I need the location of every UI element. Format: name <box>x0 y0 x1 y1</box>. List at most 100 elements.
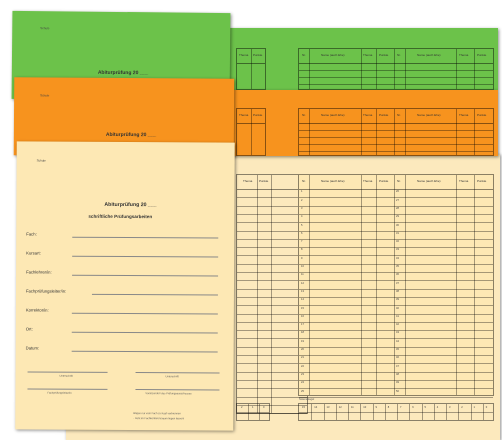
row-number: 33 <box>396 248 399 252</box>
grade-scale-value: 9 <box>375 406 377 409</box>
grade-scale-value: 2 <box>241 406 243 409</box>
table-row <box>237 272 307 273</box>
orange-cover-title: Abiturprüfung 20 ___ <box>105 131 157 139</box>
grade-scale-value: 0 <box>263 406 265 409</box>
grade-scale-value: 2 <box>461 406 463 409</box>
cover-field-line[interactable] <box>72 255 219 258</box>
table-row <box>237 255 307 257</box>
signature2-label-right: Vorsitzende/r des Prüfungsausschusses <box>145 392 192 396</box>
grade-scale-value: 11 <box>351 406 354 409</box>
header-nr-1: Nr. <box>302 179 306 183</box>
row-number: 40 <box>396 306 399 310</box>
row-number: 47 <box>396 364 399 368</box>
cover-field-line[interactable] <box>72 274 219 277</box>
row-number: 31 <box>396 231 399 235</box>
footer-line-1: Bögen nur vom Fach zu Kopf verbrennen <box>133 412 181 416</box>
row-number: 14 <box>301 298 304 302</box>
row-number: 2 <box>301 198 303 202</box>
grade-scale-value: 13 <box>326 406 330 409</box>
table-row <box>237 371 307 373</box>
row-number: 7 <box>301 240 303 244</box>
header-thema-1: Thema <box>363 179 373 183</box>
grade-scale-value: 10 <box>363 406 367 409</box>
table-row <box>237 296 307 298</box>
orange-table: Nr. Name (auch Ehe) Thema Punkte Nr. Nam… <box>298 108 494 156</box>
table-row <box>237 222 307 224</box>
cover-field-label: Datum: <box>25 345 40 351</box>
green-cover-title: Abiturprüfung 20 ___ <box>97 69 149 77</box>
grade-scale-value: 8 <box>387 406 390 409</box>
cover-subtitle: schriftliche Prüfungsarbeiten <box>88 213 153 220</box>
cover-field-label: Fachprüfungsleiter/in: <box>25 288 67 294</box>
table-row <box>237 247 307 249</box>
grade-scale-value: 5 <box>424 406 426 409</box>
row-number: 6 <box>301 231 303 235</box>
row-number: 22 <box>301 364 304 368</box>
row-number: 37 <box>396 281 399 285</box>
row-number: 19 <box>301 339 304 343</box>
table-row <box>237 280 307 282</box>
header-thema: Thema <box>243 179 253 183</box>
row-number: 12 <box>301 281 304 285</box>
signature-label-right: Unterschrift <box>165 375 179 379</box>
row-number: 20 <box>301 348 304 351</box>
row-number: 11 <box>301 273 304 277</box>
grade-scale-value: 6 <box>412 406 414 409</box>
row-number: 26 <box>396 190 399 194</box>
row-number: 39 <box>396 298 399 302</box>
notenspiegel-table: 15 14 13 12 11 10 9 8 7 6 5 4 3 2 1 0 <box>298 403 494 421</box>
green-left-table: Thema Punkte <box>236 48 266 90</box>
row-number: 45 <box>396 348 399 351</box>
row-number: 23 <box>301 372 304 376</box>
row-number: 4 <box>301 215 303 219</box>
cover-fields: Fach: Kursart: Fachlehrer/in: Fachprüfungsl… <box>17 141 235 353</box>
orange-left-table: Thema Punkte <box>236 108 266 156</box>
row-number: 28 <box>396 206 399 210</box>
row-number: 9 <box>301 256 303 260</box>
cover-field-label: Korrektor/in: <box>25 307 49 313</box>
table-row <box>237 396 307 398</box>
header-punkte-2: Punkte <box>477 179 487 183</box>
row-number: 10 <box>301 265 304 268</box>
cover-field-line[interactable] <box>71 331 218 334</box>
green-logo-text: Schule <box>40 26 50 31</box>
cover-field-line[interactable] <box>71 312 218 315</box>
row-number: 41 <box>396 314 399 318</box>
table-row <box>237 330 307 332</box>
header-name-1: Name (auch Ehe) <box>321 179 345 183</box>
row-number: 1 <box>301 190 303 194</box>
cover-field-line[interactable] <box>91 293 218 296</box>
table-row <box>237 288 307 290</box>
row-number: 29 <box>396 215 399 219</box>
header-name-2: Name (auch Ehe) <box>417 179 441 183</box>
row-number: 27 <box>396 198 399 202</box>
cover-field-label: Fachlehrer/in: <box>26 269 52 275</box>
cover-field-line[interactable] <box>72 236 219 239</box>
table-row <box>237 305 307 307</box>
row-number: 18 <box>301 331 304 335</box>
grade-scale-value: 12 <box>338 406 342 409</box>
grade-scale-value: 15 <box>302 406 305 409</box>
signature2-label-left: Fachprüfungsleiter/in <box>47 391 72 395</box>
row-number: 49 <box>396 381 399 385</box>
table-row <box>237 346 307 348</box>
table-row <box>237 238 307 240</box>
header-thema-2: Thema <box>459 179 469 183</box>
notenspiegel-left-table: 2 1 0 <box>236 403 270 421</box>
grade-scale-value: 1 <box>252 406 254 409</box>
row-number: 17 <box>301 323 304 327</box>
table-row <box>237 205 307 207</box>
cover-field-line[interactable] <box>71 350 218 353</box>
green-table: Nr. Name (auch Ehe) Thema Punkte Nr. Nam… <box>298 48 494 90</box>
right-grade-table: Nr. Name (auch Ehe) Thema Punkte Nr. Nam… <box>298 174 494 398</box>
grade-scale-value: 0 <box>485 406 488 409</box>
row-number: 25 <box>301 389 304 393</box>
cover-logo-text: Schule <box>36 158 46 163</box>
cover-title: Abiturprüfung 20 ___ <box>104 201 157 209</box>
row-number: 5 <box>301 223 303 227</box>
row-number: 44 <box>396 339 399 343</box>
cover-field-label: Kursart: <box>26 250 41 256</box>
row-number: 16 <box>301 314 304 318</box>
table-row <box>237 363 307 365</box>
row-number: 30 <box>396 223 399 227</box>
